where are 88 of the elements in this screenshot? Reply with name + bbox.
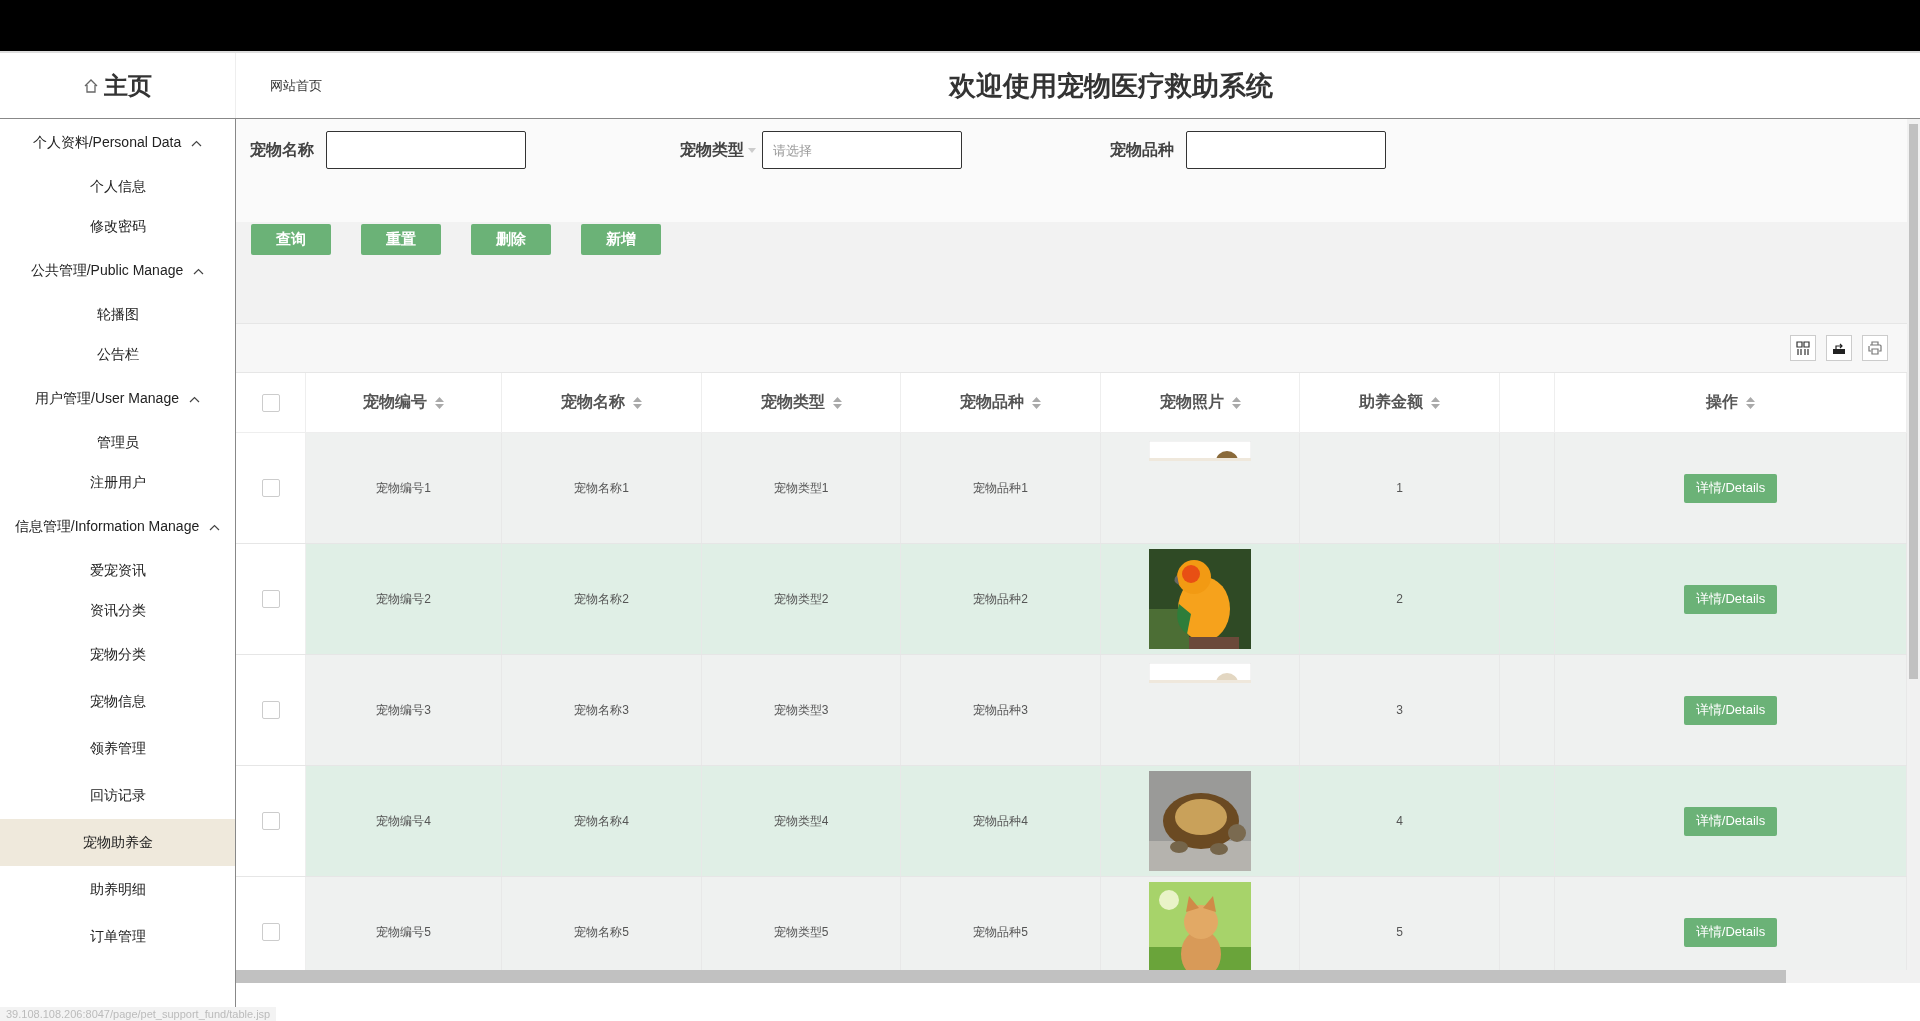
table-cell: 宠物品种4: [973, 812, 1028, 830]
menu-item[interactable]: 宠物信息: [0, 678, 235, 725]
input-field[interactable]: [1186, 131, 1386, 169]
field-label: 宠物名称: [250, 139, 315, 160]
column-header[interactable]: 宠物编号: [363, 392, 427, 413]
column-header[interactable]: 宠物照片: [1159, 392, 1224, 413]
home-link[interactable]: 主页: [103, 69, 152, 102]
breadcrumb-link[interactable]: 网站首页: [270, 76, 322, 95]
menu-item[interactable]: 爱宠资讯: [0, 551, 235, 591]
input-field[interactable]: [326, 131, 526, 169]
table-cell: 宠物名称4: [574, 812, 629, 830]
menu-item[interactable]: 注册用户: [0, 463, 235, 503]
table-cell: 宠物品种2: [973, 590, 1028, 608]
menu-item[interactable]: 个人信息: [0, 167, 235, 207]
menu-item[interactable]: 修改密码: [0, 207, 235, 247]
row-checkbox[interactable]: [261, 923, 280, 941]
chevron-icon[interactable]: [188, 395, 200, 403]
table-cell: 2: [1396, 592, 1403, 606]
row-checkbox[interactable]: [261, 590, 280, 608]
caret-icon[interactable]: [748, 147, 756, 153]
status-url: 39.108.108.206:8047/page/pet_support_fund/table.jsp: [0, 1007, 277, 1021]
table-cell: 宠物编号2: [376, 590, 431, 608]
menu-item[interactable]: 宠物助养金: [0, 819, 235, 866]
row-checkbox[interactable]: [261, 479, 280, 497]
table-cell: 宠物名称1: [574, 479, 629, 497]
column-header[interactable]: 宠物品种: [960, 392, 1024, 413]
table-cell: 宠物类型4: [773, 812, 829, 830]
table-cell: 宠物品种1: [973, 479, 1028, 497]
field-label: 宠物品种: [1110, 139, 1175, 160]
menu-item[interactable]: 轮播图: [0, 295, 235, 335]
row-checkbox[interactable]: [261, 812, 280, 830]
menu-item[interactable]: 公告栏: [0, 335, 235, 375]
chevron-icon[interactable]: [193, 267, 205, 275]
menu-item[interactable]: 宠物分类: [0, 631, 235, 678]
sort-icon[interactable]: [1431, 396, 1440, 409]
columns-icon: [1796, 341, 1810, 355]
column-header[interactable]: 操作: [1706, 392, 1738, 413]
home-icon[interactable]: [83, 78, 98, 93]
table-cell: 宠物编号4: [376, 812, 431, 830]
menu-group[interactable]: 公共管理/Public Manage: [0, 247, 235, 295]
table-cell: 宠物名称2: [574, 590, 629, 608]
sort-icon[interactable]: [832, 396, 842, 409]
menu-item[interactable]: 订单管理: [0, 913, 235, 960]
table-cell: 5: [1396, 925, 1403, 939]
column-header[interactable]: 助养金额: [1359, 392, 1423, 413]
table-cell: 宠物品种3: [973, 701, 1028, 719]
field-label: 宠物类型: [680, 139, 745, 160]
menu-item[interactable]: 回访记录: [0, 772, 235, 819]
menu-item[interactable]: 助养明细: [0, 866, 235, 913]
table-cell: 宠物品种5: [973, 923, 1028, 941]
sort-icon[interactable]: [1746, 396, 1755, 409]
table-cell: 宠物名称3: [574, 701, 629, 719]
print-button[interactable]: [1862, 335, 1888, 361]
print-icon: [1868, 341, 1882, 355]
select-field[interactable]: 请选择: [762, 131, 962, 169]
vertical-scrollbar[interactable]: [1907, 119, 1920, 983]
row-checkbox[interactable]: [261, 701, 280, 719]
table-cell: 1: [1396, 481, 1403, 495]
export-icon: [1832, 341, 1846, 355]
menu-group[interactable]: 信息管理/Information Manage: [0, 503, 235, 551]
table-cell: 宠物编号1: [376, 479, 431, 497]
select-all-checkbox[interactable]: [261, 393, 280, 412]
table-cell: 宠物编号5: [376, 923, 431, 941]
table-cell: 4: [1396, 814, 1403, 828]
menu-item[interactable]: 资讯分类: [0, 591, 235, 631]
table-cell: 宠物类型3: [773, 701, 829, 719]
table-cell: 宠物类型2: [773, 590, 829, 608]
table-cell: 宠物类型1: [773, 479, 829, 497]
chevron-icon[interactable]: [209, 523, 221, 531]
columns-button[interactable]: [1790, 335, 1816, 361]
horizontal-scrollbar[interactable]: [236, 970, 1907, 983]
sort-icon[interactable]: [1032, 396, 1041, 409]
sort-icon[interactable]: [435, 396, 444, 409]
table-cell: 宠物类型5: [773, 923, 829, 941]
menu-item[interactable]: 管理员: [0, 423, 235, 463]
table-cell: 宠物编号3: [376, 701, 431, 719]
column-header[interactable]: 宠物名称: [561, 392, 625, 413]
page-title: 欢迎使用宠物医疗救助系统: [949, 69, 1273, 103]
table-cell: 宠物名称5: [574, 923, 629, 941]
export-button[interactable]: [1826, 335, 1852, 361]
menu-group[interactable]: 个人资料/Personal Data: [0, 119, 235, 167]
chevron-icon[interactable]: [191, 139, 203, 147]
menu-item[interactable]: 领养管理: [0, 725, 235, 772]
table-cell: 3: [1396, 703, 1403, 717]
sort-icon[interactable]: [633, 396, 642, 409]
menu-group[interactable]: 用户管理/User Manage: [0, 375, 235, 423]
column-header[interactable]: 宠物类型: [760, 392, 825, 413]
sort-icon[interactable]: [1231, 396, 1241, 409]
